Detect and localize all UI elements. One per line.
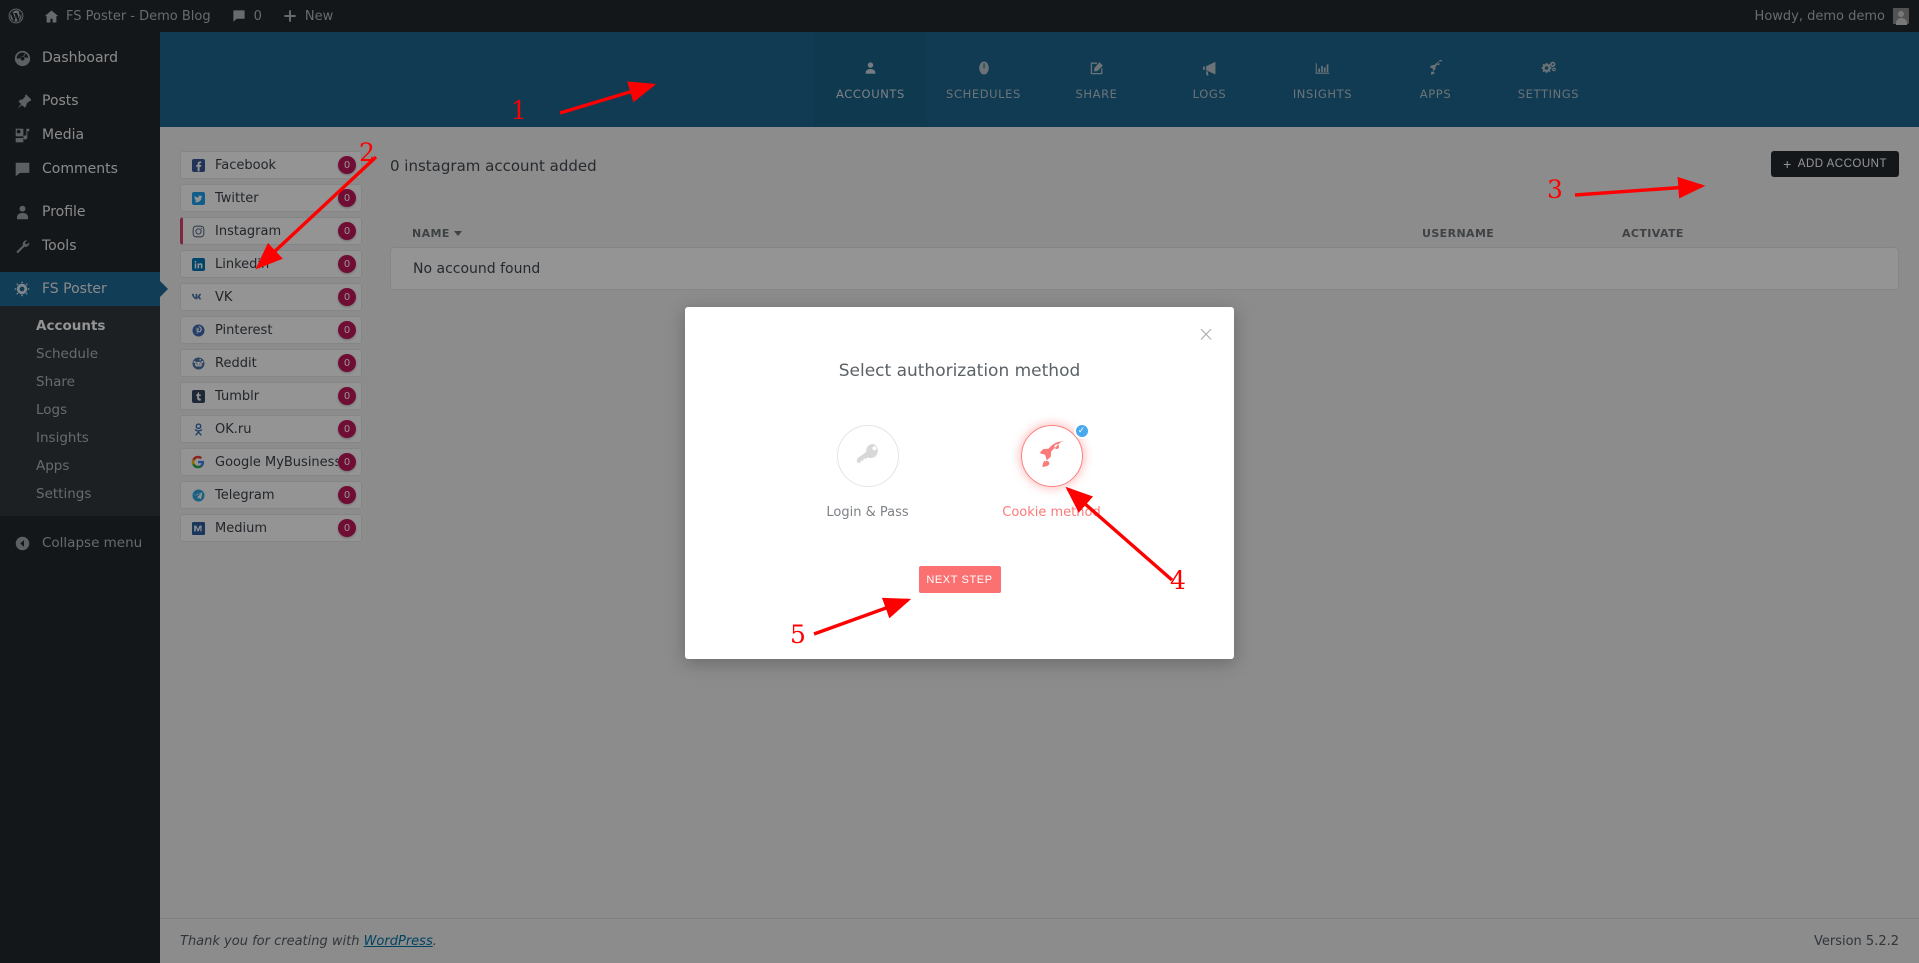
cookie-method-option[interactable]: ✓ Cookie method xyxy=(1002,423,1102,520)
login-pass-method-option[interactable]: Login & Pass xyxy=(818,425,918,520)
close-icon[interactable]: × xyxy=(1195,324,1217,346)
method-label: Login & Pass xyxy=(826,505,909,520)
rocket-icon xyxy=(1037,439,1067,473)
screen-root: FS Poster - Demo Blog 0 New Howdy, demo … xyxy=(0,0,1919,963)
method-options: Login & Pass ✓ Cookie method xyxy=(685,423,1234,520)
method-circle xyxy=(836,425,899,487)
method-label: Cookie method xyxy=(1002,505,1101,520)
method-circle: ✓ xyxy=(1020,423,1090,487)
check-icon: ✓ xyxy=(1073,423,1090,439)
key-icon xyxy=(854,440,882,472)
authorization-method-modal: × Select authorization method Login & Pa… xyxy=(685,307,1234,659)
modal-title: Select authorization method xyxy=(838,361,1081,381)
next-step-button[interactable]: NEXT STEP xyxy=(918,566,1001,593)
